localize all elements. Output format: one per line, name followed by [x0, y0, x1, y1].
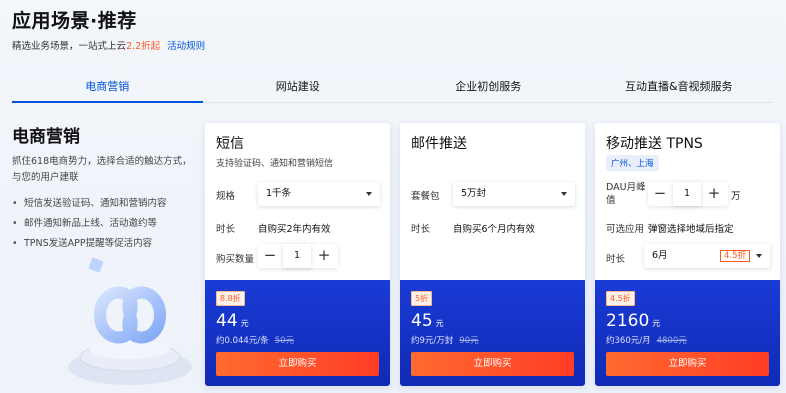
duration-label: 时长 [411, 224, 431, 235]
card-title: 邮件推送 [411, 136, 467, 152]
intro-desc: 抓住618电商势力，选择合适的触达方式，与您的用户建联 [12, 156, 192, 183]
discount-badge: 4.5折 [606, 291, 635, 306]
unit-price-value: 约9元/万封 [411, 336, 454, 346]
region-tag: 广州、上海 [606, 155, 659, 171]
duration-discount: 4.5折 [719, 250, 750, 262]
price-panel: 4.5折 2160 元 约360元/月 4800元 立即购买 [595, 280, 780, 386]
caret-down-icon [366, 192, 372, 196]
quantity-stepper: − 1 + [258, 244, 336, 268]
rules-link[interactable]: 活动规则 [167, 41, 205, 52]
app-value: 弹窗选择地域后指定 [648, 224, 734, 235]
dau-label: DAU月峰值 [606, 182, 646, 206]
scenario-tabs: 电商营销 网站建设 企业初创服务 互动直播&音视频服务 [12, 72, 774, 103]
price: 44 元 [216, 311, 249, 331]
package-value: 5万封 [461, 188, 487, 199]
quantity-input[interactable]: 1 [283, 244, 311, 268]
price-panel: 8.8折 44 元 约0.044元/条 50元 立即购买 [205, 280, 390, 386]
page-title: 应用场景·推荐 [12, 10, 137, 32]
discount-badge: 8.8折 [216, 291, 245, 306]
intro-bullet: 短信发送验证码、通知和营销内容 [12, 194, 202, 214]
duration-label: 时长 [606, 254, 626, 265]
tab-website[interactable]: 网站建设 [203, 72, 394, 102]
duration-label: 时长 [216, 224, 236, 235]
spec-value: 1千条 [266, 188, 292, 199]
card-subtitle: 支持验证码、通知和营销短信 [216, 159, 334, 169]
caret-down-icon [561, 192, 567, 196]
duration-value: 自购买2年内有效 [258, 224, 331, 235]
price-panel: 5折 45 元 约9元/万封 90元 立即购买 [400, 280, 585, 386]
subtitle-discount: 2.2折起 [126, 41, 161, 52]
decrement-button[interactable]: − [648, 182, 672, 206]
unit-price: 约360元/月 4800元 [606, 334, 687, 346]
price-value: 2160 [606, 311, 650, 331]
spec-select[interactable]: 1千条 [258, 182, 380, 206]
product-card-tpns: 移动推送 TPNS 广州、上海 DAU月峰值 − 1 + 万 可选应用 弹窗选择… [595, 123, 780, 386]
dau-stepper: − 1 + [648, 182, 726, 206]
duration-select[interactable]: 6月 4.5折 [644, 244, 770, 268]
dau-input[interactable]: 1 [673, 182, 701, 206]
discount-badge: 5折 [411, 291, 433, 306]
increment-button[interactable]: + [312, 244, 336, 268]
tab-ecommerce[interactable]: 电商营销 [12, 72, 203, 103]
original-price: 90元 [459, 336, 479, 346]
original-price: 50元 [274, 336, 295, 346]
buy-now-button[interactable]: 立即购买 [216, 352, 379, 376]
card-title: 移动推送 TPNS [606, 136, 703, 152]
decrement-button[interactable]: − [258, 244, 282, 268]
price-value: 45 [411, 311, 433, 331]
unit-price: 约0.044元/条 50元 [216, 334, 294, 346]
unit-price: 约9元/万封 90元 [411, 334, 479, 346]
package-label: 套餐包 [411, 191, 440, 202]
buy-now-button[interactable]: 立即购买 [411, 352, 574, 376]
price-unit: 元 [240, 319, 249, 328]
duration-value: 6月 [652, 250, 668, 261]
package-select[interactable]: 5万封 [453, 182, 575, 206]
card-title: 短信 [216, 136, 244, 152]
tab-live-av[interactable]: 互动直播&音视频服务 [584, 72, 775, 102]
unit-price-value: 约0.044元/条 [216, 336, 269, 346]
unit-price-value: 约360元/月 [606, 336, 651, 346]
dau-unit: 万 [731, 191, 741, 202]
price-unit: 元 [435, 319, 444, 328]
duration-value: 自购买6个月内有效 [453, 224, 536, 235]
price: 45 元 [411, 311, 444, 331]
price-value: 44 [216, 311, 238, 331]
quantity-label: 购买数量 [216, 254, 255, 265]
app-label: 可选应用 [606, 224, 645, 235]
product-card-sms: 短信 支持验证码、通知和营销短信 规格 1千条 时长 自购买2年内有效 购买数量… [205, 123, 390, 386]
page-subtitle: 精选业务场景，一站式上云2.2折起 活动规则 [12, 38, 205, 52]
product-card-email: 邮件推送 套餐包 5万封 时长 自购买6个月内有效 5折 45 元 约9元/万封 9… [400, 123, 585, 386]
intro-title: 电商营销 [12, 127, 80, 147]
infinity-illustration-icon [68, 257, 192, 385]
tab-startup[interactable]: 企业初创服务 [393, 72, 584, 102]
caret-down-icon [756, 254, 762, 258]
price-unit: 元 [652, 319, 661, 328]
intro-bullet: 邮件通知新品上线、活动邀约等 [12, 214, 202, 234]
original-price: 4800元 [656, 336, 687, 346]
buy-now-button[interactable]: 立即购买 [606, 352, 769, 376]
increment-button[interactable]: + [702, 182, 726, 206]
price: 2160 元 [606, 311, 660, 331]
subtitle-text: 精选业务场景，一站式上云 [12, 41, 127, 52]
scenario-intro: 电商营销 抓住618电商势力，选择合适的触达方式，与您的用户建联 短信发送验证码… [12, 122, 202, 254]
spec-label: 规格 [216, 191, 236, 202]
